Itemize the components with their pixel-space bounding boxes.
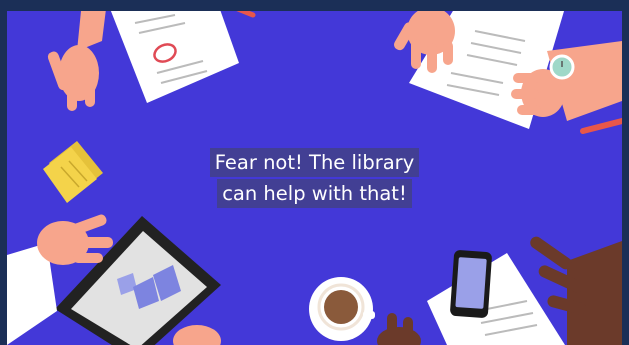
caption-line-1: Fear not! The library xyxy=(209,148,420,177)
phone xyxy=(450,250,492,318)
video-player[interactable]: Fear not! The library can help with that… xyxy=(7,11,622,345)
video-caption: Fear not! The library can help with that… xyxy=(7,148,622,208)
hand-top-left xyxy=(47,11,106,111)
paper-top-left xyxy=(110,11,239,103)
pen-top xyxy=(236,11,256,18)
coffee-cup xyxy=(309,277,375,341)
hand-bottom-center xyxy=(377,313,421,345)
pen-right xyxy=(580,118,622,134)
caption-line-2: can help with that! xyxy=(217,179,412,208)
video-frame: Fear not! The library can help with that… xyxy=(0,0,629,345)
